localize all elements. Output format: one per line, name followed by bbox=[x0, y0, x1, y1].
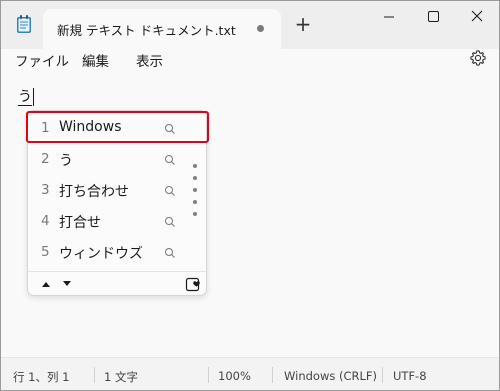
candidate-item[interactable]: 2 う bbox=[28, 145, 208, 176]
settings-gear-icon[interactable] bbox=[469, 49, 487, 67]
status-encoding[interactable]: UTF-8 bbox=[393, 369, 427, 383]
pager-dot bbox=[193, 188, 197, 192]
pager-dot bbox=[193, 176, 197, 180]
status-separator bbox=[94, 367, 95, 383]
status-separator bbox=[382, 367, 383, 383]
menu-file[interactable]: ファイル bbox=[15, 50, 69, 70]
minimize-button[interactable] bbox=[369, 3, 409, 31]
page-up-icon[interactable] bbox=[41, 280, 51, 288]
composition-text: う bbox=[18, 89, 32, 106]
candidate-pager[interactable] bbox=[192, 164, 198, 216]
candidate-number: 5 bbox=[41, 244, 50, 260]
candidate-text: ウィンドウズ bbox=[59, 246, 143, 262]
document-tab[interactable]: 新規 テキスト ドキュメント.txt bbox=[43, 9, 281, 49]
pager-dot bbox=[193, 200, 197, 204]
maximize-icon bbox=[428, 11, 439, 22]
candidate-number: 4 bbox=[41, 213, 50, 229]
pager-dot bbox=[193, 212, 197, 216]
text-caret bbox=[33, 88, 34, 106]
menu-edit[interactable]: 編集 bbox=[82, 50, 109, 70]
tab-title: 新規 テキスト ドキュメント.txt bbox=[57, 23, 236, 38]
status-char-count: 1 文字 bbox=[104, 370, 138, 384]
search-icon[interactable] bbox=[164, 154, 176, 166]
search-icon[interactable] bbox=[164, 185, 176, 197]
status-bar: 行 1、列 1 1 文字 100% Windows (CRLF) UTF-8 bbox=[1, 357, 499, 390]
page-down-icon[interactable] bbox=[62, 280, 72, 288]
candidate-text: 打合せ bbox=[59, 215, 101, 231]
search-icon[interactable] bbox=[164, 247, 176, 259]
selected-candidate-highlight bbox=[26, 111, 209, 143]
maximize-button[interactable] bbox=[413, 3, 453, 31]
status-separator bbox=[272, 367, 273, 383]
new-tab-button[interactable]: + bbox=[292, 14, 314, 36]
title-bar: 新規 テキスト ドキュメント.txt + bbox=[1, 1, 499, 49]
candidate-text: う bbox=[59, 153, 73, 169]
pager-dot bbox=[193, 164, 197, 168]
menu-bar: ファイル 編集 表示 bbox=[1, 49, 499, 79]
candidate-number: 3 bbox=[41, 182, 50, 198]
close-icon bbox=[471, 10, 483, 22]
notepad-app-icon bbox=[17, 15, 31, 33]
candidate-item[interactable]: 3 打ち合わせ bbox=[28, 176, 208, 207]
ime-footer bbox=[28, 271, 206, 296]
status-line-ending[interactable]: Windows (CRLF) bbox=[284, 369, 377, 383]
unsaved-indicator-icon[interactable] bbox=[257, 25, 264, 32]
menu-view[interactable]: 表示 bbox=[136, 50, 163, 70]
status-zoom[interactable]: 100% bbox=[218, 369, 251, 383]
close-button[interactable] bbox=[457, 3, 497, 31]
candidate-item[interactable]: 5 ウィンドウズ bbox=[28, 238, 208, 269]
notepad-window: 新規 テキスト ドキュメント.txt + ファイル 編集 表示 う 1 Wind… bbox=[0, 0, 500, 391]
search-icon[interactable] bbox=[164, 216, 176, 228]
candidate-item[interactable]: 4 打合せ bbox=[28, 207, 208, 238]
candidate-text: 打ち合わせ bbox=[59, 184, 129, 200]
status-separator bbox=[208, 367, 209, 383]
status-cursor-position: 行 1、列 1 bbox=[13, 370, 70, 384]
candidate-number: 2 bbox=[41, 151, 50, 167]
emoji-panel-icon[interactable] bbox=[185, 276, 201, 292]
